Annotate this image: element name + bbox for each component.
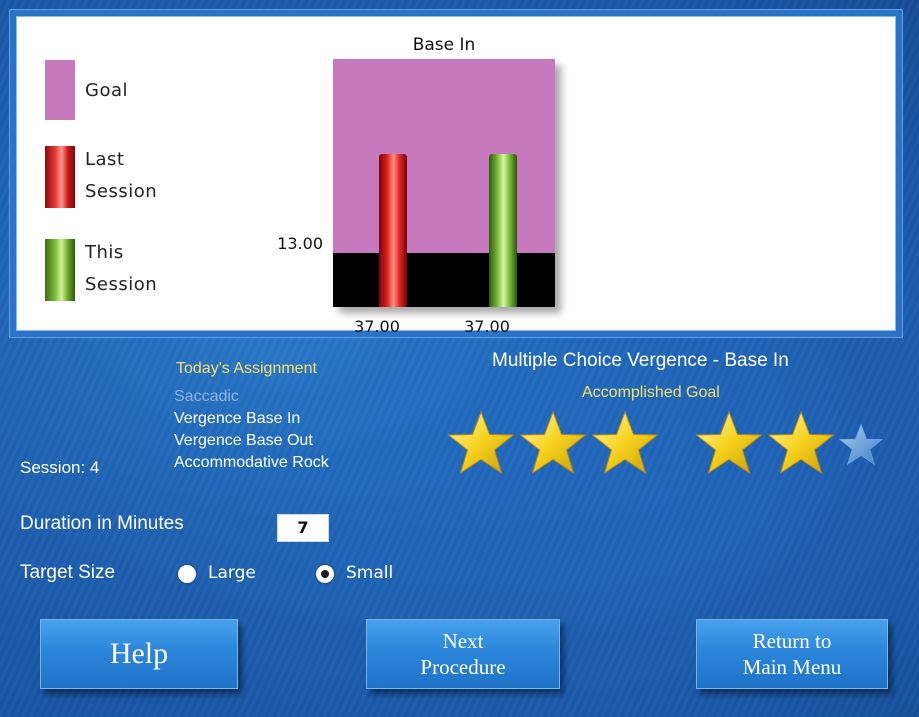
bar-this-session [489,154,517,307]
target-size-label: Target Size [20,562,116,583]
target-size-large-label[interactable]: Large [208,563,256,583]
session-number: Session: 4 [20,458,100,477]
return-main-menu-label-line1: Return to [752,629,832,653]
star-filled-icon [695,410,763,475]
accomplished-goal-label: Accomplished Goal [582,384,720,401]
help-button-label: Help [109,637,169,670]
goal-region [333,59,555,254]
return-main-menu-label-line2: Main Menu [742,655,842,679]
legend-goal-label: Goal [85,80,128,101]
assignment-item: Vergence Base Out [174,432,313,449]
bar-this-session-value-label: 37.00 [464,317,510,336]
legend-this-session-swatch [45,239,75,301]
chart-title: Base In [412,35,476,55]
target-size-small-label[interactable]: Small [346,563,393,583]
assignment-item: Vergence Base In [174,410,301,427]
star-filled-icon [591,410,659,475]
todays-assignment-title: Today's Assignment [176,360,317,377]
duration-label: Duration in Minutes [20,513,184,534]
chart-plot [333,59,555,307]
target-size-small-radio[interactable] [316,565,334,583]
bar-last-session-value-label: 37.00 [354,317,400,336]
star-empty-icon [838,423,884,466]
return-main-menu-button[interactable]: Return to Main Menu [696,619,888,689]
next-procedure-label-line2: Procedure [420,655,506,679]
bar-last-session [379,154,407,307]
star-filled-icon [767,410,835,475]
target-size-large-radio[interactable] [178,565,196,583]
assignment-item: Accommodative Rock [174,454,329,471]
assignment-list: Saccadic Vergence Base In Vergence Base Ou… [174,386,329,474]
legend-last-session-label: Last Session [85,149,158,202]
goal-line-label: 13.00 [277,234,323,253]
chart-panel: Goal Last Session This Session Base In 1… [9,9,903,338]
next-procedure-label-line1: Next [442,629,484,653]
help-button[interactable]: Help [40,619,238,689]
star-filled-icon [519,410,587,475]
legend-last-session-swatch [45,146,75,208]
procedure-title: Multiple Choice Vergence - Base In [492,350,789,371]
radio-selected-dot [321,570,329,578]
next-procedure-button[interactable]: Next Procedure [366,619,560,689]
below-goal-region [333,253,555,307]
star-filled-icon [447,410,515,475]
legend-goal-swatch [45,60,75,120]
assignment-item: Saccadic [174,388,239,405]
chart-area: Goal Last Session This Session Base In 1… [16,16,896,336]
duration-input[interactable]: 7 [277,514,329,542]
legend-this-session-label: This Session [85,242,158,295]
